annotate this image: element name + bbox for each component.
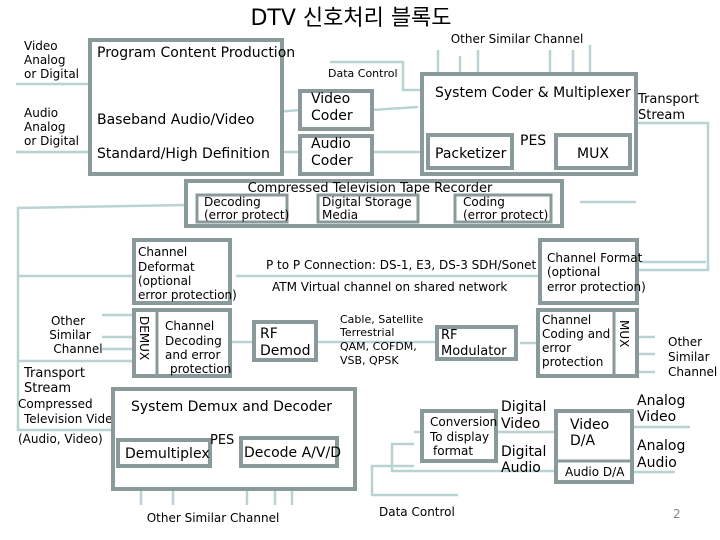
osc-right-line1: Other (668, 335, 702, 349)
media-line1: Cable, Satellite (340, 313, 424, 326)
digital-video-line2: Video (501, 416, 540, 432)
network-line1: P to P Connection: DS-1, E3, DS-3 SDH/So… (266, 258, 537, 272)
storage-line2: Media (322, 208, 358, 222)
program-production-line2: Standard/High Definition (97, 146, 270, 162)
channel-decoding-line3: and error (165, 348, 221, 362)
decoding-line1: Decoding (204, 195, 261, 209)
mux-label: MUX (577, 146, 609, 162)
coding-line2: (error protect) (463, 208, 548, 222)
system-coder-title: System Coder & Multiplexer (435, 85, 631, 101)
channel-decoding-line1: Channel (165, 319, 214, 333)
mux-right-label: MUX (617, 320, 631, 347)
demux-label: DEMUX (137, 316, 151, 360)
analog-audio-line2: Audio (637, 455, 677, 471)
pes-label-top: PES (520, 133, 546, 149)
video-coder-line2: Coder (311, 108, 353, 124)
digital-video-line1: Digital (501, 399, 546, 415)
channel-decoding-line4: protection (170, 362, 231, 376)
video-da-line1: Video (570, 417, 609, 433)
deformat-line3: (optional (138, 274, 191, 288)
connector-transport-right-rail (636, 121, 710, 272)
deformat-line1: Channel (138, 245, 187, 259)
page-title: DTV 신호처리 블록도 (250, 6, 451, 31)
deformat-line2: Deformat (138, 260, 195, 274)
osc-left-line3: Channel (53, 342, 102, 356)
audio-input-line3: or Digital (24, 134, 79, 148)
analog-audio-line1: Analog (637, 438, 685, 454)
channel-format-line2: (optional (547, 265, 600, 279)
compressed-tv-line1: Compressed (18, 397, 93, 411)
rf-demod-line1: RF (260, 326, 278, 342)
deformat-line4: error protection) (138, 288, 237, 302)
video-input-line1: Video (24, 39, 58, 53)
rf-modulator-line1: RF (441, 328, 458, 343)
decoding-line2: (error protect) (204, 208, 289, 222)
system-demux-title: System Demux and Decoder (131, 399, 332, 415)
channel-coding-line4: protection (542, 355, 603, 369)
audio-input-line2: Analog (24, 120, 65, 134)
transport-left-line2: Stream (24, 381, 71, 396)
video-coder-line1: Video (311, 91, 350, 107)
program-production-title: Program Content Production (97, 45, 295, 61)
conversion-line1b: To display (429, 430, 489, 444)
transport-stream-out-line2: Stream (638, 108, 685, 123)
media-line2: Terrestrial (339, 326, 394, 339)
analog-video-line2: Video (637, 409, 676, 425)
compressed-tv-line3: (Audio, Video) (18, 432, 103, 446)
rf-demod-line2: Demod (260, 343, 310, 359)
analog-video-line1: Analog (637, 393, 685, 409)
decode-avd-label: Decode A/V/D (244, 445, 341, 461)
osc-right-line2: Similar (668, 350, 710, 364)
channel-decoding-line2: Decoding (165, 334, 222, 348)
video-input-line3: or Digital (24, 67, 79, 81)
data-control-top: Data Control (328, 67, 398, 80)
osc-left-line1: Other (51, 314, 85, 328)
media-line3: QAM, COFDM, (340, 340, 417, 353)
osc-top: Other Similar Channel (451, 32, 584, 46)
conversion-line1: Conversion (430, 415, 497, 429)
video-input-line2: Analog (24, 53, 65, 67)
conversion-line3: format (433, 444, 473, 458)
osc-left-line2: Similar (49, 328, 91, 342)
pes-label-bottom: PES (210, 433, 234, 448)
channel-coding-line2: Coding and (542, 327, 610, 341)
channel-format-line1: Channel Format (547, 251, 643, 265)
transport-stream-out-line1: Transport (637, 92, 699, 107)
audio-coder-line2: Coder (311, 153, 353, 169)
media-line4: VSB, QPSK (340, 354, 399, 367)
connector-video-coder-system (371, 105, 419, 112)
video-da-line2: D/A (570, 433, 595, 449)
data-control-bottom: Data Control (379, 505, 455, 519)
osc-bottom: Other Similar Channel (147, 511, 280, 525)
channel-format-line3: error protection) (547, 280, 646, 294)
demultiplex-label: Demultiplex (125, 446, 210, 462)
network-line2: ATM Virtual channel on shared network (272, 280, 507, 294)
page-number: 2 (673, 507, 681, 521)
rf-modulator-line2: Modulator (441, 344, 507, 359)
channel-coding-line1: Channel (542, 313, 591, 327)
audio-input-line1: Audio (24, 106, 58, 120)
storage-line1: Digital Storage (322, 195, 412, 209)
program-production-line1: Baseband Audio/Video (97, 112, 255, 128)
channel-coding-line3: error (542, 341, 571, 355)
osc-right-line3: Channel (668, 365, 717, 379)
transport-left-line1: Transport (23, 366, 85, 381)
digital-audio-line1: Digital (501, 444, 546, 460)
packetizer-label: Packetizer (435, 146, 507, 162)
audio-coder-line1: Audio (311, 136, 351, 152)
compressed-tv-line2: Television Video (23, 412, 120, 426)
audio-da-label: Audio D/A (565, 465, 625, 479)
digital-audio-line2: Audio (501, 460, 541, 476)
coding-line1: Coding (463, 195, 505, 209)
dtv-block-diagram: DTV 신호처리 블록도 Program Content Production … (16, 6, 717, 525)
